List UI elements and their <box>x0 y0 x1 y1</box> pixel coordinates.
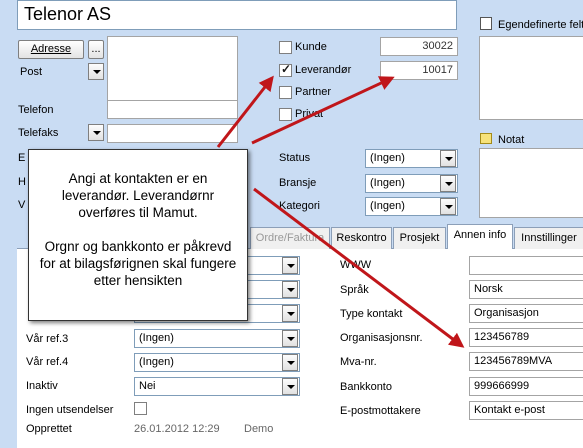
arrow-to-leverandor-number <box>251 76 395 145</box>
annotation-arrows <box>216 75 465 348</box>
arrow-to-orgnr-mva <box>253 187 465 348</box>
